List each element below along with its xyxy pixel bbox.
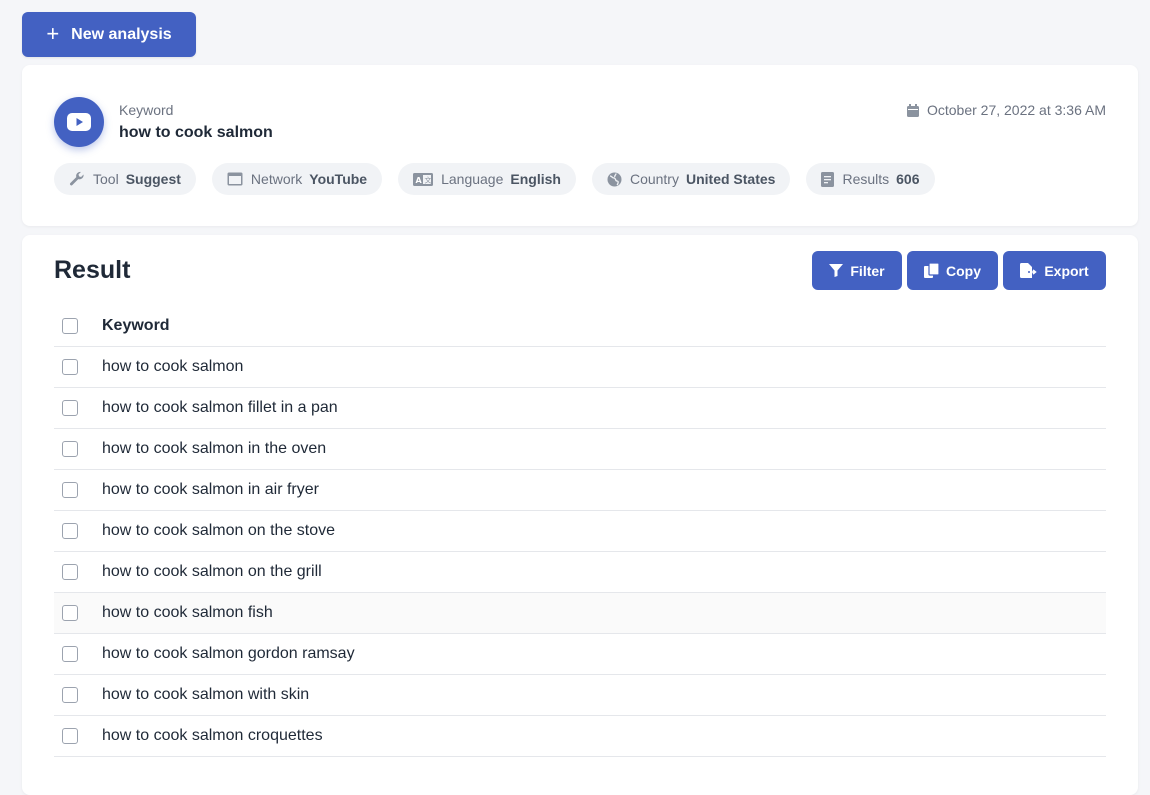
row-checkbox[interactable] [62,605,78,621]
table-row[interactable]: how to cook salmon in the oven [54,429,1106,470]
chip-tool-value: Suggest [125,171,181,187]
calendar-icon [906,103,919,117]
copy-button[interactable]: Copy [907,251,998,290]
result-title: Result [54,256,131,284]
chip-results-label: Results [842,171,890,187]
youtube-icon [54,97,104,147]
row-keyword: how to cook salmon with skin [102,686,310,703]
document-icon [821,171,835,187]
keyword-value: how to cook salmon [119,124,273,141]
translate-icon: A 文 [413,172,434,186]
row-checkbox[interactable] [62,646,78,662]
table-row[interactable]: how to cook salmon with skin [54,675,1106,716]
table-row[interactable]: how to cook salmon on the stove [54,511,1106,552]
row-keyword: how to cook salmon on the grill [102,563,322,580]
row-checkbox[interactable] [62,359,78,375]
chip-results-value: 606 [896,171,920,187]
globe-icon [607,172,622,186]
window-icon [227,172,243,186]
copy-label: Copy [946,262,981,279]
select-all-checkbox[interactable] [62,318,78,334]
keyword-table: Keyword how to cook salmon how to cook s… [54,306,1106,757]
result-card: Result Filter Copy Export Keyword how to… [22,235,1138,795]
chip-network: Network YouTube [211,163,383,195]
chip-tool-label: Tool [93,171,119,187]
chip-language-label: Language [441,171,504,187]
svg-text:A: A [416,176,423,185]
row-checkbox[interactable] [62,441,78,457]
analysis-date: October 27, 2022 at 3:36 AM [906,102,1106,118]
row-keyword: how to cook salmon gordon ramsay [102,645,355,662]
table-row[interactable]: how to cook salmon on the grill [54,552,1106,593]
export-label: Export [1044,262,1089,279]
analysis-info-card: Keyword how to cook salmon October 27, 2… [22,65,1138,226]
row-checkbox[interactable] [62,564,78,580]
table-row[interactable]: how to cook salmon in air fryer [54,470,1106,511]
plus-icon: + [46,20,60,46]
copy-icon [924,263,939,278]
chip-network-label: Network [250,171,303,187]
filter-icon [829,264,844,277]
chip-tool: Tool Suggest [54,163,196,195]
row-keyword: how to cook salmon on the stove [102,522,336,539]
row-keyword: how to cook salmon in air fryer [102,481,319,498]
result-actions: Filter Copy Export [807,251,1106,290]
export-button[interactable]: Export [1003,251,1106,290]
chip-results: Results 606 [806,163,935,195]
export-icon [1020,263,1038,278]
chip-country-value: United States [685,171,776,187]
new-analysis-button[interactable]: + New analysis [22,12,196,57]
date-text: October 27, 2022 at 3:36 AM [926,102,1106,118]
row-keyword: how to cook salmon fillet in a pan [102,399,338,416]
svg-text:文: 文 [425,175,432,184]
chip-language: A 文 Language English [398,163,576,195]
keyword-label: Keyword [119,102,174,118]
new-analysis-label: New analysis [71,25,172,43]
row-keyword: how to cook salmon fish [102,604,273,621]
column-header-keyword: Keyword [102,317,170,334]
chip-network-value: YouTube [309,171,368,187]
row-checkbox[interactable] [62,482,78,498]
wrench-icon [69,171,84,186]
row-keyword: how to cook salmon in the oven [102,440,327,457]
row-keyword: how to cook salmon [102,358,244,375]
analysis-meta-chips: Tool Suggest Network YouTube A 文 Languag… [54,163,951,195]
table-header-row: Keyword [54,306,1106,347]
table-row[interactable]: how to cook salmon fillet in a pan [54,388,1106,429]
chip-country: Country United States [591,163,791,195]
table-row[interactable]: how to cook salmon croquettes [54,716,1106,757]
chip-language-value: English [510,171,561,187]
filter-button[interactable]: Filter [812,251,902,290]
table-row[interactable]: how to cook salmon gordon ramsay [54,634,1106,675]
row-checkbox[interactable] [62,523,78,539]
row-keyword: how to cook salmon croquettes [102,727,323,744]
table-row[interactable]: how to cook salmon [54,347,1106,388]
row-checkbox[interactable] [62,400,78,416]
row-checkbox[interactable] [62,728,78,744]
chip-country-label: Country [629,171,679,187]
table-row[interactable]: how to cook salmon fish [54,593,1106,634]
filter-label: Filter [850,262,885,279]
row-checkbox[interactable] [62,687,78,703]
